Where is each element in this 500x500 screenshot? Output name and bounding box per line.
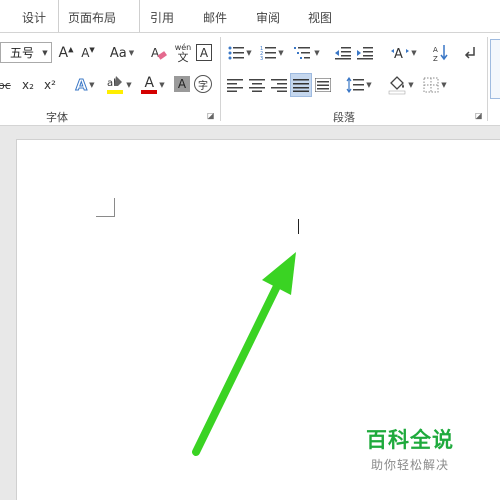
arrow-head-icon (262, 252, 296, 295)
watermark-logo: 百科全说 助你轻松解决 (360, 424, 460, 473)
arrow-shaft (192, 274, 285, 456)
watermark-subtitle: 助你轻松解决 (370, 458, 449, 472)
watermark-title: 百科全说 (366, 428, 454, 452)
